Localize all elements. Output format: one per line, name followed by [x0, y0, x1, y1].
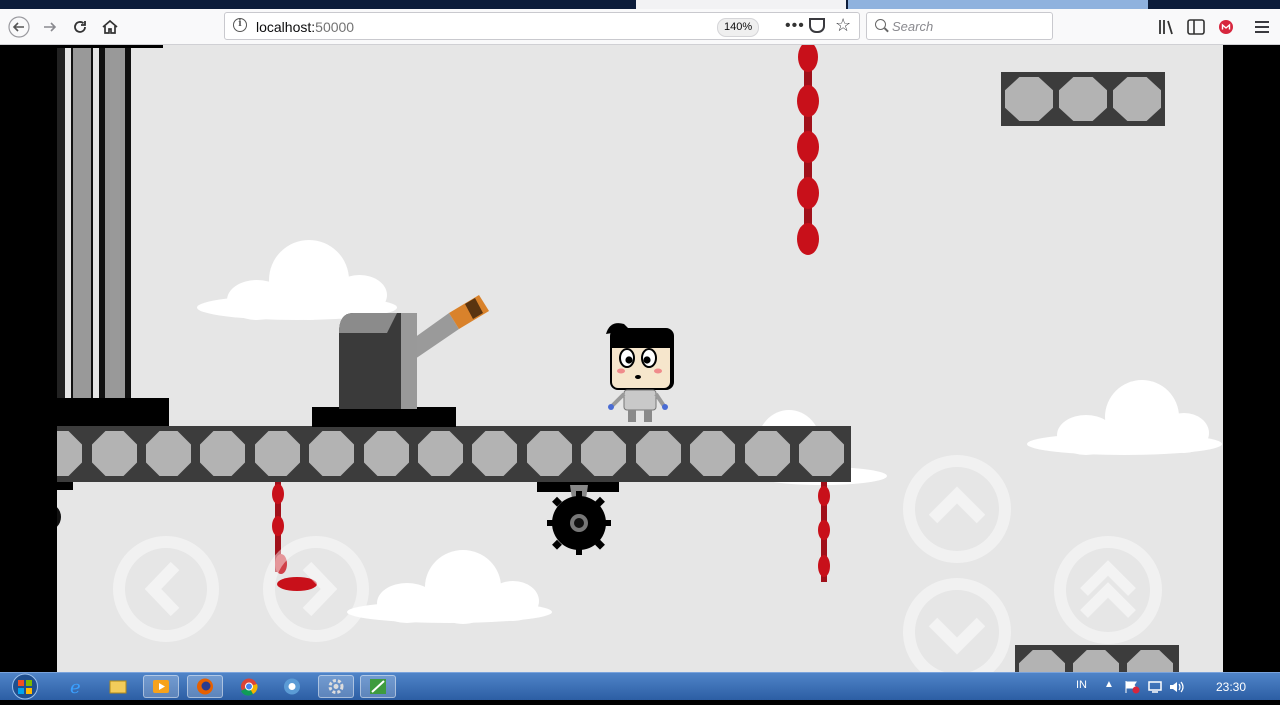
chevron-left-icon — [144, 561, 180, 617]
home-icon — [102, 19, 118, 34]
tray-expand-icon[interactable]: ▲ — [1104, 679, 1114, 690]
library-button[interactable] — [1153, 13, 1181, 41]
sidebar-icon — [1187, 19, 1205, 35]
hamburger-menu-icon — [1255, 18, 1269, 36]
svg-text:e: e — [70, 677, 81, 698]
forward-button[interactable] — [36, 13, 64, 41]
app-icon[interactable] — [360, 675, 396, 698]
platform-under-bracket — [57, 482, 73, 490]
reload-button[interactable] — [66, 13, 94, 41]
cloud — [347, 545, 552, 625]
extension-red-icon — [1219, 20, 1233, 34]
double-jump-control[interactable] — [1054, 536, 1162, 644]
chrome-alt-icon[interactable] — [274, 675, 310, 698]
zoom-indicator[interactable]: 140% — [717, 18, 760, 37]
game-canvas[interactable] — [57, 45, 1223, 672]
explorer-icon[interactable] — [100, 675, 136, 698]
pocket-icon[interactable] — [809, 18, 825, 33]
media-player-icon[interactable] — [143, 675, 179, 698]
hero-character[interactable] — [600, 320, 680, 430]
lower-platform — [1015, 645, 1179, 672]
chevron-right-icon — [302, 561, 338, 617]
cloud — [1027, 375, 1222, 455]
home-button[interactable] — [96, 13, 124, 41]
chevron-up-icon — [928, 486, 986, 524]
search-bar[interactable]: Search — [866, 12, 1053, 40]
gear-wheel-partial — [57, 507, 61, 527]
browser-toolbar: i localhost:50000 140% ••• ☆ Search — [0, 9, 1280, 45]
tab-strip — [0, 0, 1280, 9]
double-chevron-up-icon — [1080, 560, 1136, 618]
site-info-icon[interactable]: i — [233, 18, 247, 32]
library-icon — [1159, 20, 1173, 35]
chevron-down-icon — [928, 617, 986, 655]
bookmark-star-icon[interactable]: ☆ — [835, 15, 851, 36]
search-icon — [875, 19, 886, 30]
firefox-icon[interactable] — [187, 675, 223, 698]
menu-button[interactable] — [1248, 13, 1276, 41]
page-actions-menu-icon[interactable]: ••• — [785, 17, 805, 35]
tower-bar — [57, 48, 65, 400]
ie-icon[interactable]: e — [58, 675, 94, 698]
left-arrow-control[interactable] — [113, 536, 219, 642]
tab-other[interactable] — [848, 0, 1148, 9]
keyboard-layout[interactable]: IN — [1076, 679, 1087, 691]
network-icon[interactable] — [1147, 680, 1163, 694]
settings-icon[interactable] — [318, 675, 354, 698]
right-arrow-control[interactable] — [263, 536, 369, 642]
jump-control[interactable] — [903, 455, 1011, 563]
back-button[interactable] — [5, 13, 33, 41]
blood-drip-chain — [797, 45, 819, 255]
reload-icon — [74, 21, 86, 33]
tower-bar — [71, 48, 93, 400]
tower-bar — [99, 48, 131, 400]
blood-drip — [818, 482, 830, 582]
chrome-icon[interactable] — [231, 675, 267, 698]
sidebar-button[interactable] — [1182, 13, 1210, 41]
search-placeholder: Search — [892, 19, 934, 34]
extension-button[interactable] — [1212, 13, 1240, 41]
action-center-flag-icon[interactable] — [1124, 680, 1140, 694]
tower-base — [57, 398, 169, 428]
volume-icon[interactable] — [1168, 680, 1186, 694]
floating-platform — [1001, 72, 1165, 126]
tab-active[interactable] — [636, 0, 846, 9]
windows-logo-icon — [12, 673, 38, 700]
main-platform — [57, 426, 851, 482]
saw-wheel — [547, 485, 611, 555]
forward-arrow-icon — [44, 22, 57, 32]
down-control[interactable] — [903, 578, 1011, 672]
start-orb[interactable] — [8, 673, 42, 700]
url-text[interactable]: localhost:50000 — [256, 19, 354, 35]
back-arrow-icon — [8, 16, 30, 38]
windows-taskbar: e IN ▲ 23:30 — [0, 672, 1280, 700]
clock[interactable]: 23:30 — [1216, 680, 1246, 694]
page-viewport — [0, 45, 1280, 672]
url-bar[interactable]: i localhost:50000 140% ••• ☆ — [224, 12, 860, 40]
